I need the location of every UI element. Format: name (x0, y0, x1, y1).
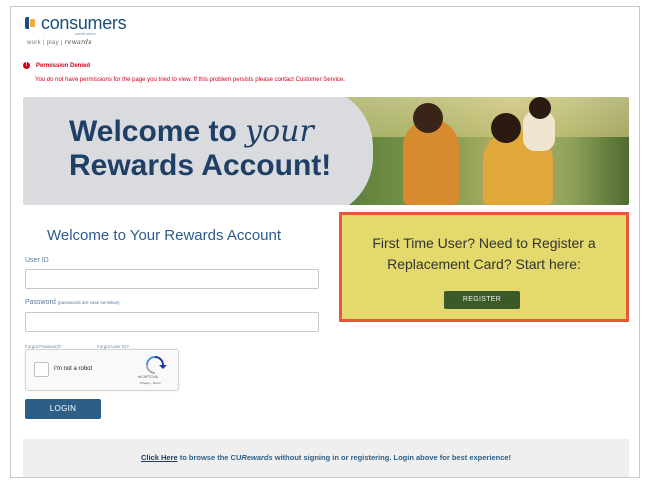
error-message: You do not have permissions for the page… (35, 77, 345, 83)
error-title: Permission Denied (36, 62, 91, 69)
login-heading: Welcome to Your Rewards Account (47, 227, 282, 244)
banner-title-line2: Rewards Account! (69, 149, 332, 182)
browse-footer: Click Here to browse the CURewards witho… (23, 439, 629, 477)
footer-text-before: to browse the CU (177, 453, 242, 462)
user-id-label: User ID (25, 257, 49, 264)
register-button[interactable]: REGISTER (444, 291, 520, 309)
logo-tagline-script: rewards (64, 39, 92, 46)
error-title-row: ! Permission Denied (23, 62, 90, 69)
user-id-input[interactable] (25, 269, 319, 289)
footer-text-after: without signing in or registering. Login… (272, 453, 512, 462)
footer-rewards-italic: Rewards (241, 453, 273, 462)
password-note: (passwords are case sensitive) (57, 300, 120, 305)
page-frame: consumers credit union work | play | rew… (10, 6, 640, 478)
recaptcha-widget: I'm not a robot reCAPTCHA Privacy - Term… (25, 349, 179, 391)
password-input[interactable] (25, 312, 319, 332)
password-label-text: Password (25, 299, 56, 306)
register-prompt: First Time User? Need to Register a Repl… (372, 235, 596, 272)
recaptcha-brand: reCAPTCHA (138, 375, 158, 379)
banner-title-script: your (245, 114, 314, 149)
alert-icon: ! (23, 62, 30, 69)
logo-mark-icon (25, 15, 39, 31)
recaptcha-label: I'm not a robot (54, 366, 93, 372)
footer-text: Click Here to browse the CURewards witho… (23, 453, 629, 462)
password-label: Password (passwords are case sensitive) (25, 299, 119, 306)
family-photo (333, 97, 629, 205)
recaptcha-checkbox[interactable] (34, 362, 49, 377)
logo-subtext: credit union (75, 31, 96, 36)
banner-title-line1-prefix: Welcome to (69, 115, 246, 148)
recaptcha-logo-icon (146, 356, 167, 374)
recaptcha-terms[interactable]: Privacy - Terms (140, 381, 161, 385)
login-button[interactable]: LOGIN (25, 399, 101, 419)
click-here-link[interactable]: Click Here (141, 453, 178, 462)
welcome-banner: Welcome to your Rewards Account! (23, 97, 629, 205)
banner-title: Welcome to your Rewards Account! (69, 115, 331, 183)
register-panel: First Time User? Need to Register a Repl… (339, 212, 629, 322)
logo-tagline: work | play | rewards (27, 39, 92, 46)
logo-tagline-prefix: work | play | (27, 40, 65, 46)
